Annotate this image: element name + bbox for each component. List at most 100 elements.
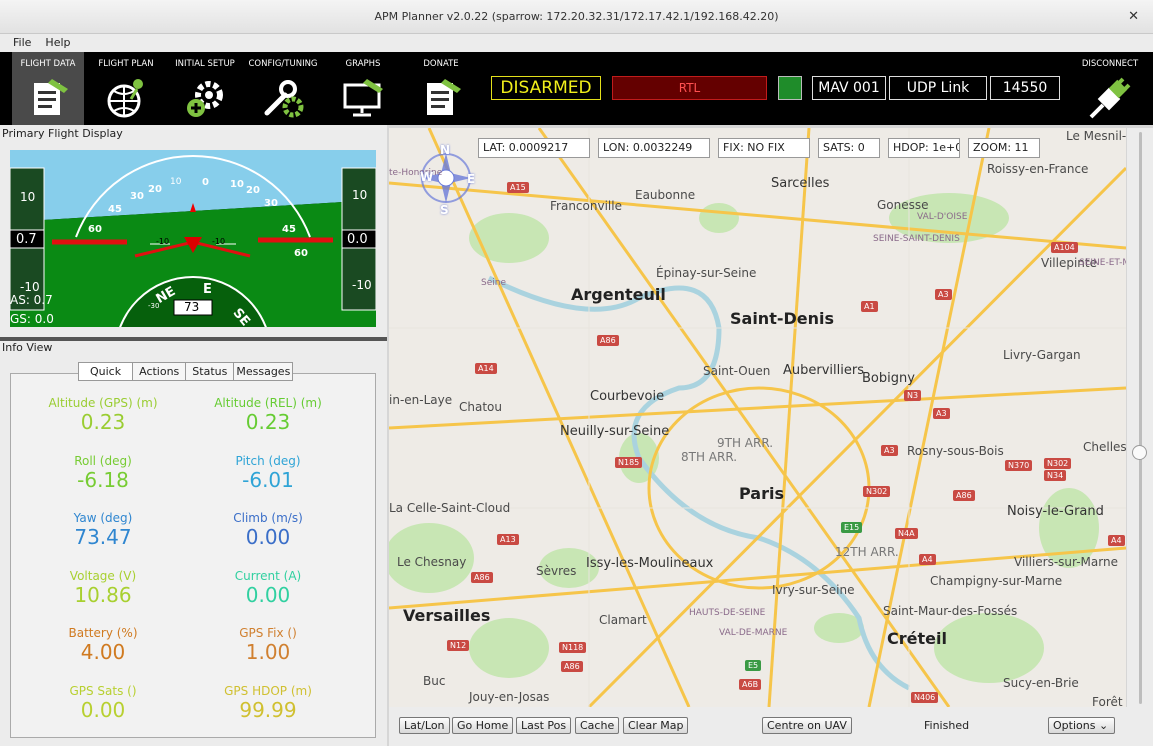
metric-value: 0.00 [245, 582, 291, 607]
menu-bar: File Help [0, 34, 1153, 52]
metric-label: GPS Sats () [69, 683, 137, 698]
map-place-label: Le Mesnil-A [1066, 129, 1126, 143]
road-shield: N302 [863, 486, 891, 497]
right-tape-tick-neg10: -10 [352, 278, 372, 292]
roll-tick-20-right: 20 [246, 185, 260, 196]
pfd-title: Primary Flight Display [2, 127, 123, 140]
metric-value: 99.99 [239, 697, 297, 722]
last-pos-button[interactable]: Last Pos [516, 717, 572, 734]
map-place-label: Versailles [403, 606, 491, 625]
tab-messages[interactable]: Messages [233, 362, 294, 381]
road-shield: A14 [475, 363, 497, 374]
road-shield: N185 [615, 457, 643, 468]
map-place-label: Aubervilliers [783, 363, 864, 378]
map-place-label: SEINE-SAINT-DENIS [873, 234, 960, 244]
map-controls: Lat/Lon Go Home Last Pos Cache Clear Map… [389, 707, 1153, 746]
tab-quick[interactable]: Quick [78, 362, 134, 381]
primary-flight-display: 10 -10 0.7 10 -10 0.0 60 45 30 20 10 0 1… [10, 150, 376, 327]
slider-handle[interactable] [1132, 445, 1147, 460]
flight-plan-button[interactable]: FLIGHT PLAN [90, 52, 162, 125]
donate-button[interactable]: DONATE [405, 52, 477, 125]
map-place-label: Ivry-sur-Seine [772, 583, 855, 597]
road-shield: N12 [447, 640, 470, 651]
road-shield: N118 [559, 642, 587, 653]
map-place-label: VAL-DE-MARNE [719, 628, 788, 638]
map-place-label: Créteil [887, 629, 947, 648]
map-compass-letter: E [467, 172, 476, 186]
flight-data-button[interactable]: FLIGHT DATA [12, 52, 84, 125]
map-canvas [389, 128, 1126, 707]
options-button[interactable]: Options ⌄ [1048, 717, 1115, 734]
flight-data-label: FLIGHT DATA [20, 59, 76, 69]
left-tape-tick-10: 10 [20, 190, 36, 204]
window-titlebar: APM Planner v2.0.22 (sparrow: 172.20.32.… [0, 0, 1153, 34]
map-place-label: Bobigny [862, 371, 915, 386]
centre-on-uav-button[interactable]: Centre on UAV [762, 717, 852, 734]
initial-setup-button[interactable]: INITIAL SETUP [169, 52, 241, 125]
road-shield: N4A [895, 528, 918, 539]
airspeed-readout: 0.7 [16, 232, 37, 247]
map-place-label: Saint-Maur-des-Fossés [883, 604, 1018, 618]
go-home-button[interactable]: Go Home [452, 717, 514, 734]
metric-value: 73.47 [74, 525, 132, 549]
gear-plus-icon [187, 81, 223, 117]
menu-file[interactable]: File [0, 34, 37, 49]
roll-tick-30-right: 30 [264, 198, 278, 209]
road-shield: N302 [1044, 458, 1072, 469]
road-shield: E5 [745, 660, 762, 671]
road-shield: A3 [933, 408, 950, 419]
map-view[interactable]: Sarcelles Eaubonne Gonesse Franconville Rois… [389, 128, 1126, 707]
disconnect-button[interactable]: DISCONNECT [1075, 52, 1145, 125]
road-shield: A15 [507, 182, 529, 193]
roll-tick-0: 0 [202, 177, 209, 188]
metric-label: GPS Fix () [239, 626, 297, 640]
cache-button[interactable]: Cache [575, 717, 620, 734]
metric-label: Roll (deg) [74, 453, 132, 468]
road-shield: A86 [471, 572, 493, 583]
roll-tick-20-left: 20 [148, 184, 162, 195]
config-tuning-label: CONFIG/TUNING [248, 59, 318, 69]
map-zoom-slider[interactable] [1127, 128, 1153, 707]
map-place-label: Roissy-en-France [987, 162, 1089, 176]
pane-splitter[interactable] [0, 337, 387, 341]
graphs-button[interactable]: GRAPHS [327, 52, 399, 125]
road-shield: A1 [861, 301, 878, 312]
latlon-button[interactable]: Lat/Lon [399, 717, 450, 734]
road-shield: E15 [841, 522, 863, 533]
metric-value: 0.00 [245, 525, 291, 549]
map-place-label: in-en-Laye [389, 393, 453, 407]
map-place-label: HAUTS-DE-SEINE [689, 608, 766, 618]
metric-value: 4.00 [80, 640, 126, 664]
map-place-label: Paris [739, 484, 784, 503]
options-label: Options [1053, 719, 1096, 732]
metric-3: Pitch (deg) -6.01 [183, 454, 353, 492]
roll-tick-45-left: 45 [108, 204, 122, 215]
config-tuning-button[interactable]: CONFIG/TUNING [247, 52, 319, 125]
map-place-label: Seine [481, 278, 506, 288]
roll-tick-10-right: 10 [230, 179, 244, 190]
map-place-label: Noisy-le-Grand [1007, 504, 1104, 519]
document-icon [34, 79, 68, 115]
metric-label: Pitch (deg) [235, 453, 301, 468]
road-shield: A104 [1051, 242, 1078, 253]
tab-status[interactable]: Status [185, 362, 235, 381]
graphs-label: GRAPHS [345, 59, 381, 69]
link-type: UDP Link [889, 76, 987, 100]
metric-value: -6.01 [242, 467, 294, 492]
tab-actions[interactable]: Actions [132, 362, 187, 381]
clear-map-button[interactable]: Clear Map [623, 717, 689, 734]
globe-icon [107, 79, 143, 118]
menu-help[interactable]: Help [37, 34, 76, 49]
map-hdop: HDOP: 1e+0 [888, 138, 960, 158]
map-place-label: Villiers-sur-Marne [1014, 555, 1118, 569]
map-compass-letter: S [440, 203, 449, 217]
map-place-label: Neuilly-sur-Seine [560, 424, 670, 439]
roll-tick-45-right: 45 [282, 224, 296, 235]
road-shield: A86 [597, 335, 619, 346]
close-icon[interactable]: ✕ [1128, 0, 1139, 34]
chevron-down-icon: ⌄ [1098, 719, 1109, 732]
metric-6: Voltage (V) 10.86 [18, 569, 188, 607]
metric-value: 10.86 [74, 582, 132, 607]
map-place-label: Gonesse [877, 198, 929, 212]
road-shield: A4 [1108, 535, 1125, 546]
